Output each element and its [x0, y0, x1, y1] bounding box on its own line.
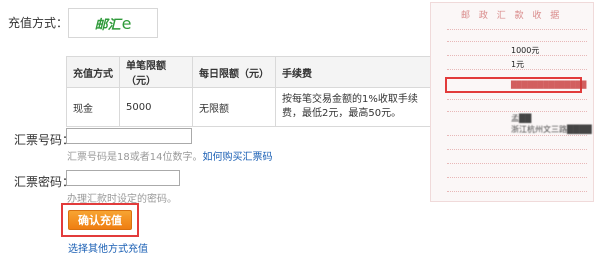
how-to-buy-link[interactable]: 如何购买汇票码	[202, 152, 272, 163]
fee-table-header: 每日限额（元）	[192, 56, 276, 88]
receipt-title: 邮 政 汇 款 收 据	[461, 11, 563, 21]
recharge-method-label: 充值方式：	[8, 16, 69, 30]
table-row: 现金 5000 无限额 按每笔交易金额的1%收取手续费，最低2元，最高50元。	[66, 87, 439, 127]
postal-remittance-option[interactable]: 邮汇 e	[68, 8, 158, 38]
receipt-rule	[447, 111, 587, 112]
fee-table: 充值方式 单笔限额（元） 每日限额（元） 手续费 现金 5000 无限额 按每笔…	[66, 56, 439, 127]
table-cell: 5000	[119, 87, 193, 127]
receipt-id-masked: ██████████████	[511, 81, 587, 89]
table-cell: 无限额	[192, 87, 276, 127]
receipt-rule	[447, 149, 587, 150]
money-order-number-hint: 汇票号码是18或者14位数字。如何购买汇票码	[67, 148, 272, 163]
postal-remittance-logo-mark: e	[121, 13, 132, 33]
money-order-number-hint-text: 汇票号码是18或者14位数字。	[67, 152, 203, 163]
receipt-address: 浙江杭州文三路████	[511, 125, 592, 134]
receipt-rule	[447, 177, 587, 178]
receipt-rule	[447, 99, 587, 100]
fee-table-header: 单笔限额（元）	[119, 56, 193, 88]
receipt-rule	[447, 69, 587, 70]
receipt-rule	[447, 29, 587, 30]
receipt-rule	[447, 191, 587, 192]
postal-remittance-logo: 邮汇	[94, 17, 121, 33]
receipt-rule	[447, 41, 587, 42]
fee-table-header: 手续费	[275, 56, 439, 88]
receipt-rule	[447, 55, 587, 56]
postal-receipt-image: 邮 政 汇 款 收 据 1000元 1元 ██████████████ 孟██ …	[430, 2, 594, 202]
money-order-number-label: 汇票号码：	[14, 133, 75, 147]
receipt-rule	[447, 163, 587, 164]
table-cell: 现金	[66, 87, 120, 127]
table-cell: 按每笔交易金额的1%收取手续费，最低2元，最高50元。	[275, 87, 439, 127]
money-order-number-input[interactable]	[66, 128, 192, 144]
other-method-link[interactable]: 选择其他方式充值	[68, 240, 148, 255]
confirm-recharge-button[interactable]: 确认充值	[68, 210, 132, 230]
fee-table-header-row: 充值方式 单笔限额（元） 每日限额（元） 手续费	[66, 56, 439, 88]
receipt-rule	[447, 135, 587, 136]
money-order-password-label: 汇票密码：	[14, 175, 75, 189]
receipt-recipient: 孟██	[511, 114, 532, 123]
money-order-password-input[interactable]	[66, 170, 180, 186]
recharge-page: 充值方式： 邮汇 e 充值方式 单笔限额（元） 每日限额（元） 手续费 现金 5…	[0, 0, 600, 257]
fee-table-header: 充值方式	[66, 56, 120, 88]
